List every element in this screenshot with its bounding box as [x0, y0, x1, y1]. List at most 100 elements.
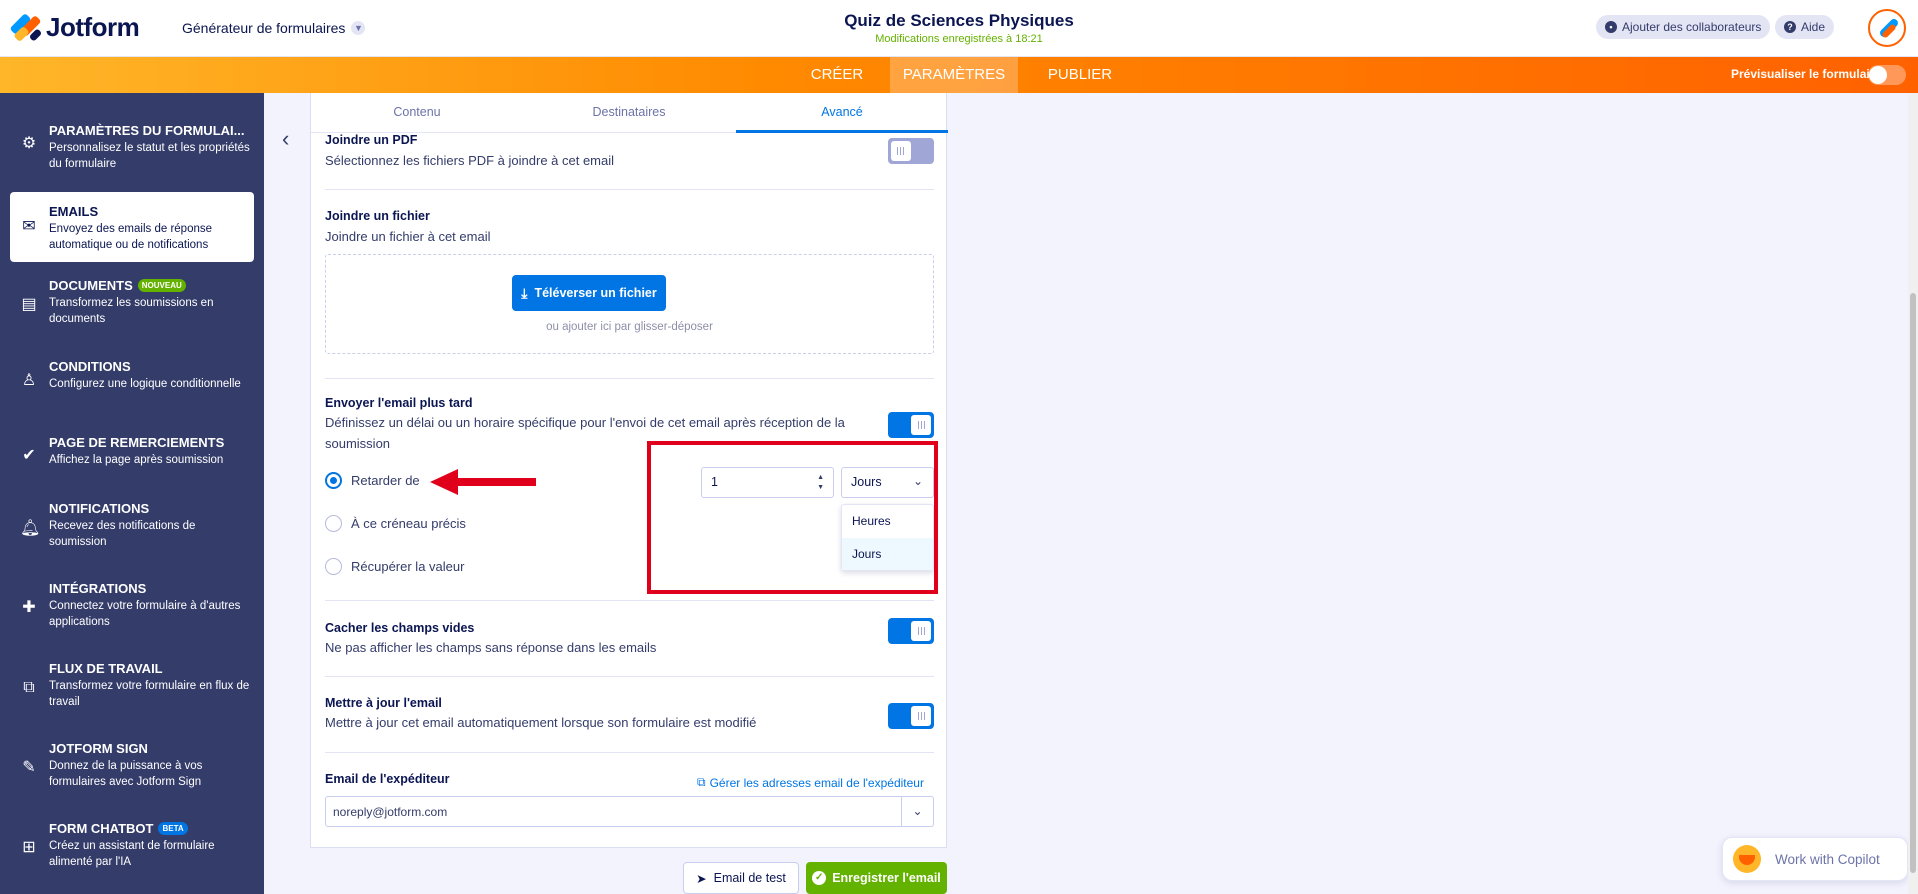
external-link-icon: ⧉ [697, 775, 706, 789]
tab-content[interactable]: Contenu [311, 93, 523, 133]
sidebar-item-title-text: DOCUMENTS [49, 278, 133, 293]
sidebar-item-title: FLUX DE TRAVAIL [49, 661, 163, 676]
builder-nav: CRÉER PARAMÈTRES PUBLIER Prévisualiser l… [0, 57, 1918, 93]
user-icon: • [1605, 21, 1617, 33]
add-collaborators-button[interactable]: • Ajouter des collaborateurs [1596, 15, 1771, 39]
divider [325, 378, 934, 379]
update-email-desc: Mettre à jour cet email automatiquement … [325, 715, 757, 730]
sidebar-item-jotform-sign[interactable]: ✎ JOTFORM SIGN Donnez de la puissance à … [10, 737, 254, 797]
chevron-down-icon: ⌄ [901, 797, 933, 826]
copilot-button[interactable]: Work with Copilot [1722, 837, 1908, 881]
send-icon: ➤ [696, 871, 707, 886]
tab-advanced[interactable]: Avancé [736, 93, 948, 133]
update-email-toggle[interactable] [888, 703, 934, 729]
radio-exact-time[interactable] [325, 515, 342, 532]
add-collaborators-label: Ajouter des collaborateurs [1622, 20, 1762, 34]
attach-pdf-title: Joindre un PDF [325, 133, 418, 147]
sidebar-item-desc: Transformez les soumissions en documents [49, 297, 214, 325]
sidebar-item-desc: Transformez votre formulaire en flux de … [49, 680, 250, 708]
sidebar-item-form-settings[interactable]: ⚙ PARAMÈTRES DU FORMULAI... Personnalise… [10, 113, 254, 173]
pen-icon: ✎ [22, 759, 36, 776]
save-email-button[interactable]: ✓ Enregistrer l'email [806, 862, 947, 894]
sidebar-item-workflows[interactable]: ⧉ FLUX DE TRAVAIL Transformez votre form… [10, 657, 254, 717]
tab-settings[interactable]: PARAMÈTRES [890, 57, 1018, 93]
sender-email-title: Email de l'expéditeur [325, 772, 450, 786]
top-header: Jotform Générateur de formulaires ▼ Quiz… [0, 0, 1918, 57]
settings-sidebar: ⚙ PARAMÈTRES DU FORMULAI... Personnalise… [0, 93, 264, 894]
page-scrollbar[interactable] [1908, 93, 1918, 894]
manage-sender-link[interactable]: ⧉ Gérer les adresses email de l'expédite… [697, 775, 924, 790]
hide-empty-title: Cacher les champs vides [325, 621, 475, 635]
document-icon: ▤ [21, 296, 37, 313]
tab-publish[interactable]: PUBLIER [1040, 57, 1120, 93]
sidebar-item-desc: Affichez la page après soumission [49, 454, 224, 466]
manage-sender-label: Gérer les adresses email de l'expéditeur [709, 775, 924, 790]
sidebar-item-desc: Créez un assistant de formulaire aliment… [49, 840, 215, 868]
new-badge: NOUVEAU [137, 279, 186, 292]
copilot-label: Work with Copilot [1775, 851, 1880, 867]
divider [325, 676, 934, 677]
sidebar-item-title: DOCUMENTS NOUVEAU [49, 278, 186, 293]
email-tabs: Contenu Destinataires Avancé [311, 93, 948, 133]
sidebar-item-conditions[interactable]: ♙ CONDITIONS Configurez une logique cond… [10, 355, 254, 405]
sender-email-value: noreply@jotform.com [333, 805, 448, 819]
hierarchy-icon: ♙ [21, 372, 37, 389]
annotation-arrow-icon [430, 469, 536, 495]
check-icon: ✓ [812, 871, 827, 885]
check-circle-icon: ✔ [22, 447, 36, 464]
hide-empty-toggle[interactable] [888, 618, 934, 644]
sidebar-item-title: CONDITIONS [49, 359, 131, 374]
puzzle-icon: ✚ [22, 599, 36, 616]
avatar[interactable] [1868, 9, 1906, 47]
attach-file-title: Joindre un fichier [325, 209, 430, 223]
sidebar-item-notifications[interactable]: 🔔︎ NOTIFICATIONS Recevez des notificatio… [10, 497, 254, 557]
collapse-panel-icon[interactable]: ‹ [282, 128, 289, 150]
sidebar-item-title: JOTFORM SIGN [49, 741, 148, 756]
sidebar-item-desc: Donnez de la puissance à vos formulaires… [49, 760, 203, 788]
radio-field-value-label[interactable]: Récupérer la valeur [351, 559, 464, 574]
bell-icon: 🔔︎ [20, 520, 41, 537]
sender-email-select[interactable]: noreply@jotform.com ⌄ [325, 796, 934, 827]
sidebar-item-desc: Configurez une logique conditionnelle [49, 378, 241, 390]
annotation-highlight-box [647, 441, 938, 594]
radio-delay[interactable] [325, 472, 342, 489]
divider [325, 752, 934, 753]
sidebar-item-title: PAGE DE REMERCIEMENTS [49, 435, 225, 450]
tab-recipients[interactable]: Destinataires [523, 93, 735, 133]
update-email-title: Mettre à jour l'email [325, 696, 442, 710]
sidebar-item-title: EMAILS [49, 204, 99, 219]
copilot-avatar-icon [1733, 845, 1761, 873]
attach-pdf-toggle[interactable] [888, 138, 934, 164]
help-icon: ? [1784, 21, 1796, 33]
sidebar-item-desc: Recevez des notifications de soumission [49, 520, 196, 548]
help-label: Aide [1801, 20, 1826, 34]
upload-file-button[interactable]: ⤓ Téléverser un fichier [512, 275, 666, 311]
help-button[interactable]: ? Aide [1775, 15, 1835, 39]
file-dropzone[interactable]: ⤓ Téléverser un fichier ou ajouter ici p… [325, 254, 934, 354]
radio-exact-time-label[interactable]: À ce créneau précis [351, 516, 466, 531]
gear-icon: ⚙ [21, 135, 37, 152]
sidebar-item-thank-you-page[interactable]: ✔ PAGE DE REMERCIEMENTS Affichez la page… [10, 431, 254, 481]
radio-field-value[interactable] [325, 558, 342, 575]
sidebar-item-documents[interactable]: ▤ DOCUMENTS NOUVEAU Transformez les soum… [10, 274, 254, 334]
attach-file-desc: Joindre un fichier à cet email [325, 229, 491, 244]
workflow-icon: ⧉ [23, 679, 35, 696]
radio-delay-label[interactable]: Retarder de [351, 473, 420, 488]
hide-empty-desc: Ne pas afficher les champs sans réponse … [325, 640, 657, 655]
mail-icon: ✉ [22, 218, 36, 235]
sidebar-item-desc: Personnalisez le statut et les propriété… [49, 142, 250, 170]
sidebar-item-form-chatbot[interactable]: ⊞ FORM CHATBOT BETA Créez un assistant d… [10, 817, 254, 877]
preview-toggle[interactable] [1868, 65, 1906, 85]
sidebar-item-integrations[interactable]: ✚ INTÉGRATIONS Connectez votre formulair… [10, 577, 254, 637]
sidebar-item-title-text: FORM CHATBOT [49, 821, 154, 836]
app-root: Jotform Générateur de formulaires ▼ Quiz… [0, 0, 1918, 894]
test-email-label: Email de test [713, 871, 786, 885]
attach-pdf-desc: Sélectionnez les fichiers PDF à joindre … [325, 153, 615, 168]
sidebar-item-emails[interactable]: ✉ EMAILS Envoyez des emails de réponse a… [10, 192, 254, 262]
test-email-button[interactable]: ➤ Email de test [683, 862, 799, 894]
sidebar-item-desc: Envoyez des emails de réponse automatiqu… [49, 223, 213, 251]
send-later-toggle[interactable] [888, 412, 934, 438]
tab-create[interactable]: CRÉER [800, 57, 874, 93]
sidebar-item-title: NOTIFICATIONS [49, 501, 150, 516]
send-later-desc-line1: Définissez un délai ou un horaire spécif… [325, 415, 845, 430]
